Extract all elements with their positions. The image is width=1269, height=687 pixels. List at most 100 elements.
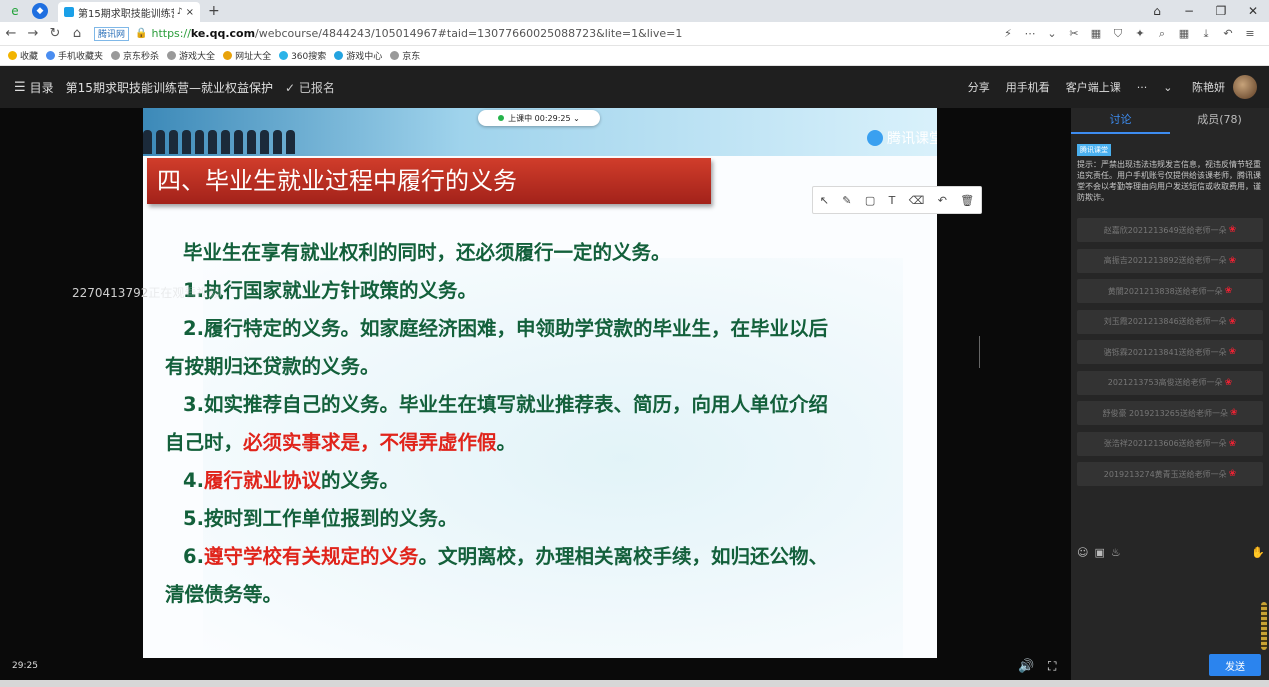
volume-icon[interactable]: 🔊 — [1018, 659, 1034, 674]
more-icon[interactable]: ⋯ — [1019, 27, 1041, 40]
slide-heading: 四、毕业生就业过程中履行的义务 — [147, 158, 711, 204]
shirt-icon[interactable]: ⌂ — [1141, 0, 1173, 22]
url-host: ke.qq.com — [190, 27, 256, 40]
bookmark-item[interactable]: 游戏大全 — [167, 49, 215, 62]
address-tools: ⚡ ⋯ ⌄ ✂ ▦ ⛉ ✦ ⌕ ▦ ⤓ ↶ ≡ — [997, 27, 1261, 41]
fullscreen-icon[interactable]: ⛶ — [1048, 659, 1056, 674]
side-tabs: 讨论 成员(78) — [1071, 108, 1269, 134]
game-icon[interactable]: ✦ — [1129, 27, 1151, 40]
globe-icon — [390, 51, 400, 60]
home-icon[interactable]: ⌂ — [66, 26, 88, 41]
list-item: 2019213274黄青玉送给老师一朵 ❀ — [1077, 462, 1263, 486]
catalog-button[interactable]: ☰ 目录 — [14, 79, 54, 96]
list-item: 赵嘉欣2021213649送给老师一朵 ❀ — [1077, 218, 1263, 242]
user-menu[interactable]: ⌄ 陈艳妍 — [1163, 79, 1225, 95]
image-icon[interactable]: ▣ — [1094, 546, 1104, 559]
flower-icon: ❀ — [1228, 225, 1237, 235]
rectangle-icon[interactable]: ▢ — [865, 194, 875, 207]
gift-icon[interactable]: ♨ — [1111, 546, 1121, 559]
list-item: 张浩祥2021213606送给老师一朵 ❀ — [1077, 431, 1263, 456]
undo-icon[interactable]: ↶ — [938, 194, 947, 207]
play-logo-icon — [867, 130, 883, 146]
new-tab-icon[interactable]: + — [208, 3, 220, 19]
grid-icon[interactable]: ▦ — [1173, 27, 1195, 40]
flower-icon: ❀ — [1224, 286, 1233, 296]
watch-on-phone-button[interactable]: 用手机看 — [1006, 79, 1050, 95]
scissors-icon[interactable]: ✂ — [1063, 27, 1085, 40]
notice-area: 腾讯课堂 提示：严禁出现违法违规发言信息，视违反情节轻重追究责任。用户手机账号仅… — [1071, 134, 1269, 224]
emoji-icon[interactable]: ☺ — [1077, 546, 1088, 559]
more-button[interactable]: ··· — [1137, 81, 1148, 94]
trash-icon[interactable]: 🗑 — [960, 194, 974, 207]
window-controls: ⌂ − ❐ ✕ — [1141, 0, 1269, 22]
list-item: 骆铄霖2021213841送给老师一朵 ❀ — [1077, 340, 1263, 364]
list-item: 高振吉2021213892送给老师一朵 ❀ — [1077, 248, 1263, 273]
message-list: 赵嘉欣2021213649送给老师一朵 ❀ 高振吉2021213892送给老师一朵… — [1077, 218, 1263, 493]
restore-icon[interactable]: ❐ — [1205, 0, 1237, 22]
bookmark-item[interactable]: 收藏 — [8, 49, 38, 62]
lightning-icon[interactable]: ⚡ — [997, 27, 1019, 40]
scroll-handle[interactable] — [1261, 602, 1267, 650]
browser-logo-icon: e — [11, 4, 19, 18]
download-icon[interactable]: ⤓ — [1195, 27, 1217, 41]
share-button[interactable]: 分享 — [968, 79, 990, 95]
bookmark-item[interactable]: 京东秒杀 — [111, 49, 159, 62]
back-icon[interactable]: ← — [0, 26, 22, 41]
tab-members[interactable]: 成员(78) — [1170, 108, 1269, 134]
flower-icon: ❀ — [1228, 316, 1237, 327]
bookmark-item[interactable]: 京东 — [390, 49, 420, 62]
flower-icon: ❀ — [1228, 438, 1237, 449]
tab-title: 第15期求职技能训练营—… — [78, 8, 174, 20]
search-icon — [279, 51, 289, 60]
text-icon[interactable]: T — [889, 194, 896, 207]
taskbar-strip — [0, 680, 1269, 687]
notice-tag: 腾讯课堂 — [1077, 144, 1111, 156]
pen-icon[interactable]: ✎ — [842, 194, 851, 207]
minimize-icon[interactable]: − — [1173, 0, 1205, 22]
client-button[interactable]: 客户端上课 — [1066, 79, 1121, 95]
slide-intro: 毕业生在享有就业权利的同时，还必须履行一定的义务。 — [183, 241, 671, 264]
menu-icon[interactable]: ≡ — [1239, 27, 1261, 40]
undo-icon[interactable]: ↶ — [1217, 27, 1239, 40]
flower-icon: ❀ — [1228, 255, 1237, 266]
header-actions: 分享 用手机看 客户端上课 ··· ⌄ 陈艳妍 — [952, 66, 1257, 108]
list-icon: ☰ — [14, 79, 26, 95]
chevron-down-icon[interactable]: ⌄ — [1041, 27, 1063, 40]
viewer-watermark: 2270413792正在观看视频 — [72, 286, 221, 300]
forward-icon[interactable]: → — [22, 26, 44, 41]
lock-icon: 🔒 — [135, 28, 148, 39]
pointer-icon[interactable]: ↖ — [820, 194, 829, 207]
reload-icon[interactable]: ↻ — [44, 26, 66, 41]
star-icon — [8, 51, 17, 60]
close-tab-icon[interactable]: × — [186, 7, 194, 18]
browser-account-icon[interactable]: ◆ — [32, 3, 48, 19]
browser-tab[interactable]: 第15期求职技能训练营—… ♪ × — [58, 2, 200, 22]
url-path: /webcourse/4844243/105014967#taid=130776… — [255, 27, 683, 40]
shield-icon[interactable]: ⛉ — [1107, 27, 1129, 41]
search-icon[interactable]: ⌕ — [1151, 27, 1173, 41]
close-window-icon[interactable]: ✕ — [1237, 0, 1269, 22]
list-item: 黄閬2021213838送给老师一朵 ❀ — [1077, 279, 1263, 303]
speaker-icon[interactable]: ♪ — [177, 7, 183, 17]
extension-icon[interactable]: ▦ — [1085, 27, 1107, 40]
live-status-pill[interactable]: 上课中 00:29:25 ⌄ — [478, 110, 600, 126]
bookmark-item[interactable]: 360搜索 — [279, 49, 326, 62]
address-bar: ← → ↻ ⌂ 腾讯网 🔒 https:// ke.qq.com /webcou… — [0, 22, 1269, 46]
list-item: 刘玉霞2021213846送给老师一朵 ❀ — [1077, 309, 1263, 334]
notice-text: 提示：严禁出现违法违规发言信息，视违反情节轻重追究责任。用户手机账号仅提供给该课… — [1077, 160, 1261, 202]
phone-icon — [46, 51, 56, 60]
tab-favicon-icon — [64, 7, 74, 17]
url-field[interactable]: 腾讯网 🔒 https:// ke.qq.com /webcourse/4844… — [94, 24, 997, 44]
bookmark-item[interactable]: 手机收藏夹 — [46, 49, 103, 62]
bookmark-item[interactable]: 游戏中心 — [334, 49, 382, 62]
list-item: 2021213753高俊送给老师一朵 ❀ — [1077, 370, 1263, 395]
send-button[interactable]: 发送 — [1209, 654, 1261, 676]
avatar[interactable] — [1233, 75, 1257, 99]
url-scheme: https:// — [151, 27, 191, 40]
app-root: e ◆ 第15期求职技能训练营—… ♪ × + ⌂ − ❐ ✕ ← → ↻ ⌂ … — [0, 0, 1269, 687]
tab-discussion[interactable]: 讨论 — [1071, 108, 1170, 134]
eraser-icon[interactable]: ⌫ — [909, 194, 925, 207]
raise-hand-icon[interactable]: ✋ — [1251, 546, 1265, 559]
bookmark-item[interactable]: 网址大全 — [223, 49, 271, 62]
course-title: 第15期求职技能训练营—就业权益保护 — [65, 80, 273, 95]
